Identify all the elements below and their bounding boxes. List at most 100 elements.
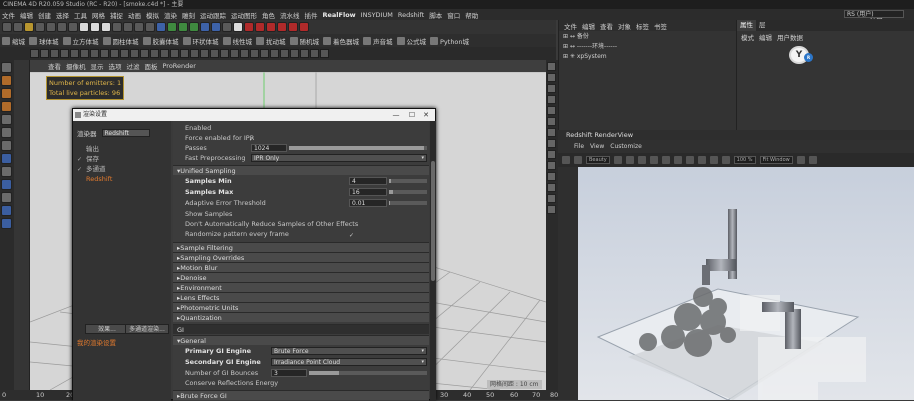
spline-icon[interactable] — [178, 22, 188, 32]
snapshot-icon[interactable] — [637, 156, 646, 164]
xp-tool-icon[interactable] — [547, 73, 556, 82]
model-mode-icon[interactable] — [1, 75, 12, 86]
xp-scale-icon[interactable] — [220, 49, 229, 58]
menu-create[interactable]: 创建 — [38, 10, 51, 20]
field-shrink-button[interactable]: 缩城 — [2, 36, 25, 46]
menu-animate[interactable]: 动画 — [128, 10, 141, 20]
samples-max-input[interactable]: 16 — [349, 188, 387, 196]
xp-skin-icon[interactable] — [120, 49, 129, 58]
menu-mograph[interactable]: 运动图形 — [231, 10, 257, 20]
xp-cache-icon[interactable] — [100, 49, 109, 58]
axis-mode-icon[interactable] — [1, 153, 12, 164]
section-photometric-units[interactable]: ▸Photometric Units — [173, 302, 429, 312]
obj-menu-view[interactable]: 查看 — [600, 21, 613, 31]
section-sample-filtering[interactable]: ▸Sample Filtering — [173, 242, 429, 252]
aperture-icon[interactable] — [697, 156, 706, 164]
xp-follow-icon[interactable] — [270, 49, 279, 58]
xp-light-icon[interactable] — [180, 49, 189, 58]
zoom-select[interactable]: 100 % — [733, 156, 756, 164]
subdivision-icon[interactable] — [167, 22, 177, 32]
solo-icon[interactable] — [1, 192, 12, 203]
xp-system-icon[interactable] — [30, 49, 39, 58]
recent-tool-icon[interactable] — [68, 22, 78, 32]
menu-render[interactable]: 渲染 — [164, 10, 177, 20]
viewport-menu-filter[interactable]: 过滤 — [127, 61, 140, 71]
camera-icon[interactable] — [222, 22, 232, 32]
xp-constraint-icon[interactable] — [160, 49, 169, 58]
menu-plugins[interactable]: 插件 — [305, 10, 318, 20]
maximize-icon[interactable]: ☐ — [405, 109, 419, 121]
section-environment[interactable]: ▸Environment — [173, 282, 429, 292]
xp-tool-icon[interactable] — [547, 172, 556, 181]
rv-menu-view[interactable]: View — [590, 143, 604, 150]
viewport-menu-camera[interactable]: 摄像机 — [66, 61, 86, 71]
nav-item-multipass[interactable]: ✓ 多通道 — [76, 165, 168, 174]
y-axis-icon[interactable] — [90, 22, 100, 32]
scrollbar-thumb[interactable] — [431, 161, 435, 281]
fast-preprocessing-select[interactable]: IPR Only — [251, 154, 427, 162]
gi-bounces-slider[interactable] — [309, 371, 427, 375]
field-cylinder-button[interactable]: 圆柱体城 — [102, 36, 139, 46]
xp-emitter-icon[interactable] — [40, 49, 49, 58]
interface-select[interactable]: RS (用户) — [844, 10, 904, 18]
tab-layers[interactable]: 层 — [756, 20, 769, 31]
section-brute-force[interactable]: ▸Brute Force GI — [173, 390, 429, 400]
menu-edit[interactable]: 编辑 — [20, 10, 33, 20]
gi-bounces-input[interactable]: 3 — [271, 369, 307, 377]
menu-mesh[interactable]: 网格 — [92, 10, 105, 20]
xp-tool-icon[interactable] — [547, 106, 556, 115]
bucket-icon[interactable] — [574, 156, 582, 164]
xp-attractor-icon[interactable] — [260, 49, 269, 58]
section-general[interactable]: ▾General — [173, 335, 429, 345]
field-formula-button[interactable]: 公式城 — [396, 36, 426, 46]
scene-icon[interactable] — [211, 22, 221, 32]
object-row[interactable]: ⊞ ✳ xpSystem — [559, 52, 737, 61]
field-python-button[interactable]: Python城 — [430, 36, 469, 46]
realflow-collider-icon[interactable] — [299, 22, 309, 32]
rotate-icon[interactable] — [57, 22, 67, 32]
xp-sprite-icon[interactable] — [190, 49, 199, 58]
xp-tool-icon[interactable] — [547, 139, 556, 148]
realflow-cache-icon[interactable] — [288, 22, 298, 32]
crop-icon[interactable] — [625, 156, 634, 164]
lock-region-icon[interactable] — [661, 156, 670, 164]
menu-snap[interactable]: 捕捉 — [110, 10, 123, 20]
menu-select[interactable]: 选择 — [56, 10, 69, 20]
menu-file[interactable]: 文件 — [2, 10, 15, 20]
effect-button[interactable]: 效果... — [85, 324, 129, 334]
live-select-icon[interactable] — [24, 22, 34, 32]
xp-spin-icon[interactable] — [210, 49, 219, 58]
xp-tool-icon[interactable] — [547, 150, 556, 159]
viewport-menu-panel[interactable]: 面板 — [145, 61, 158, 71]
nav-item-redshift[interactable]: Redshift — [76, 175, 168, 184]
rv-menu-file[interactable]: File — [574, 143, 584, 150]
menu-script[interactable]: 脚本 — [429, 10, 442, 20]
xp-tool-icon[interactable] — [547, 128, 556, 137]
object-row[interactable]: ⊞ ↔ -------环境------ — [559, 42, 737, 51]
section-sampling-overrides[interactable]: ▸Sampling Overrides — [173, 252, 429, 262]
menu-help[interactable]: 帮助 — [465, 10, 478, 20]
menu-insydium[interactable]: INSYDIUM — [361, 11, 393, 19]
render-stop-icon[interactable] — [808, 156, 817, 164]
realflow-emitter-icon[interactable] — [255, 22, 265, 32]
menu-simulate[interactable]: 模拟 — [146, 10, 159, 20]
menu-motion-tracking[interactable]: 运动跟踪 — [200, 10, 226, 20]
obj-menu-file[interactable]: 文件 — [564, 21, 577, 31]
scale-icon[interactable] — [46, 22, 56, 32]
rv-menu-customize[interactable]: Customize — [610, 143, 642, 150]
light-icon[interactable] — [233, 22, 243, 32]
realflow-daemon-icon[interactable] — [266, 22, 276, 32]
workplane-lock-icon[interactable] — [1, 179, 12, 190]
samples-min-slider[interactable] — [389, 179, 427, 183]
xp-action-icon[interactable] — [70, 49, 79, 58]
xp-wind-icon[interactable] — [240, 49, 249, 58]
field-turbulence-button[interactable]: 扰动城 — [256, 36, 286, 46]
xp-explosia-icon[interactable] — [150, 49, 159, 58]
history-icon[interactable] — [649, 156, 658, 164]
xp-limit-icon[interactable] — [300, 49, 309, 58]
field-sphere-button[interactable]: 球体城 — [29, 36, 59, 46]
generator-icon[interactable] — [189, 22, 199, 32]
viewport-menu-prorender[interactable]: ProRender — [163, 62, 196, 70]
my-render-settings-item[interactable]: 我的渲染设置 — [77, 337, 116, 347]
edges-mode-icon[interactable] — [1, 127, 12, 138]
